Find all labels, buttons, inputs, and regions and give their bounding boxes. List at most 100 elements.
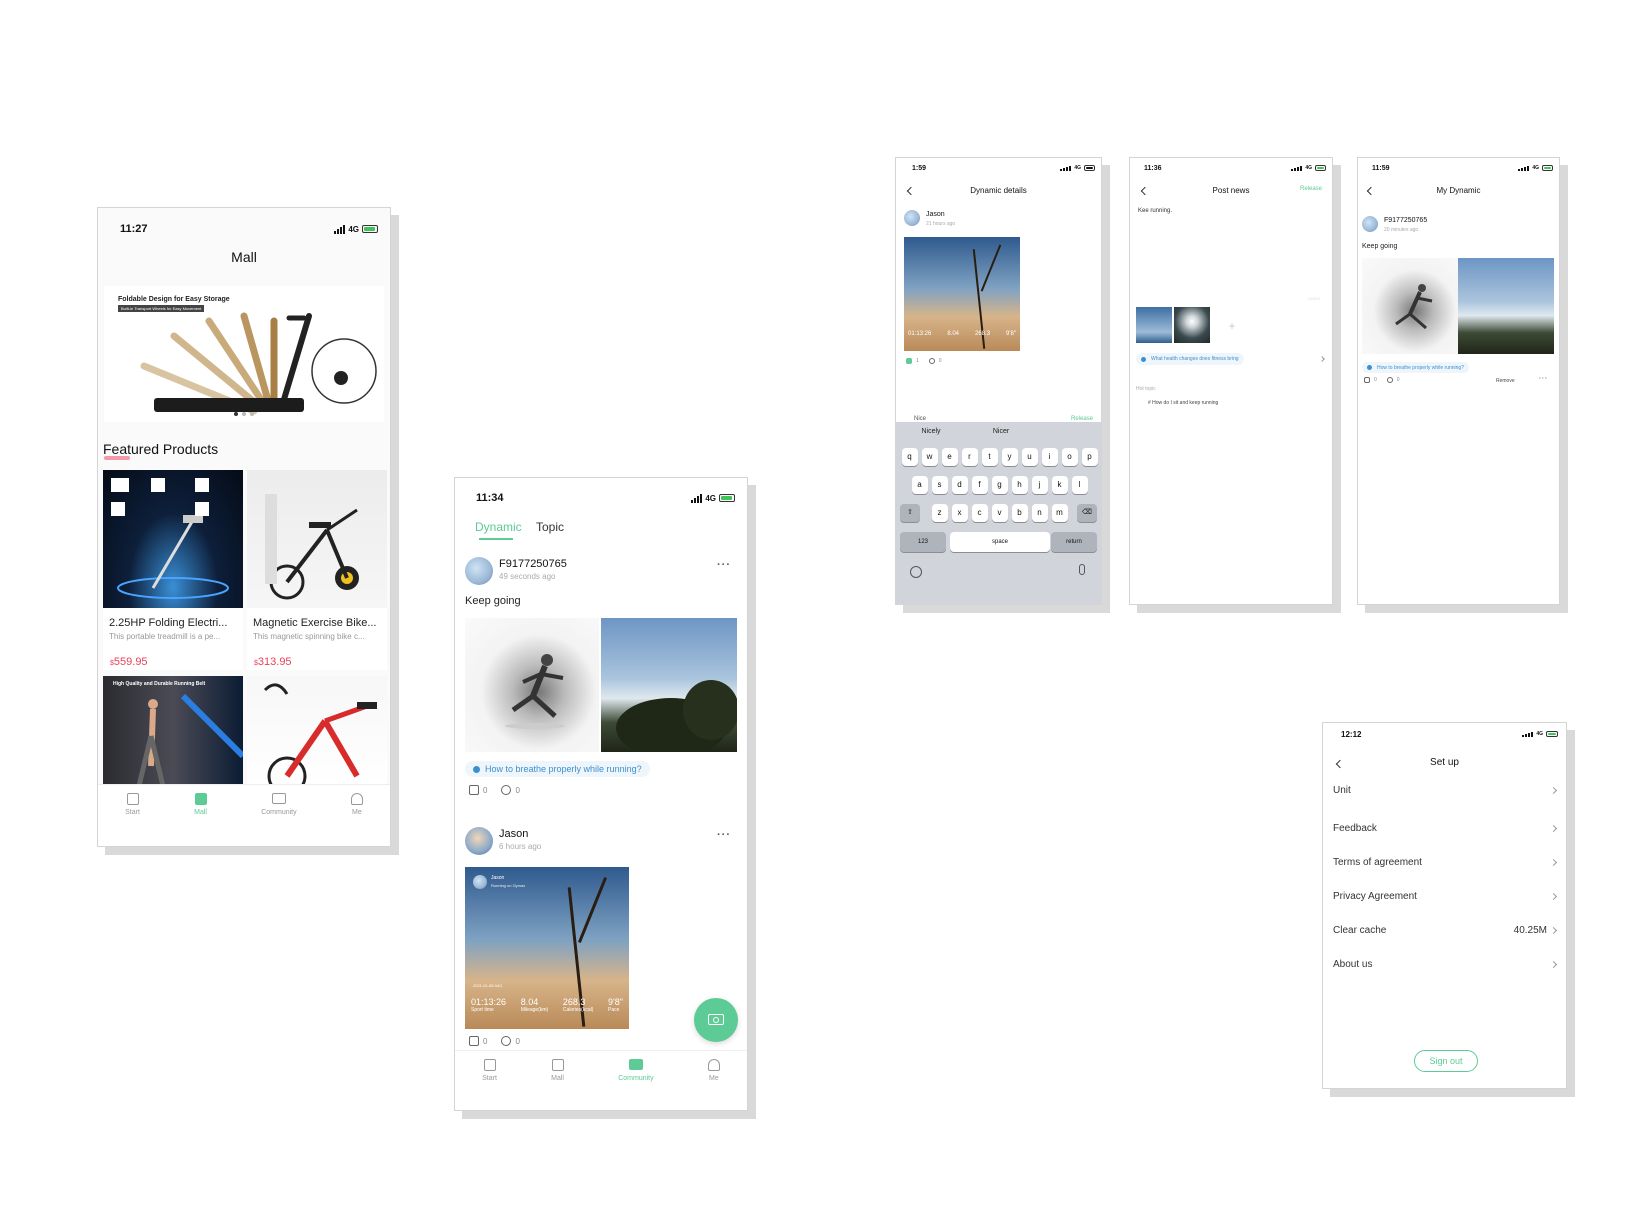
settings-row[interactable]: Feedback	[1333, 823, 1558, 834]
letter-key[interactable]: h	[1011, 476, 1028, 494]
settings-row[interactable]: Terms of agreement	[1333, 857, 1558, 868]
letter-key[interactable]: b	[1011, 504, 1028, 522]
post-username[interactable]: F9177250765	[499, 558, 567, 570]
letter-key[interactable]: u	[1021, 448, 1038, 466]
topic-tag[interactable]: How to breathe properly while running?	[1362, 362, 1469, 373]
post-image[interactable]	[1458, 258, 1554, 354]
chevron-right-icon[interactable]	[1319, 356, 1325, 362]
avatar[interactable]	[904, 210, 920, 226]
like-button[interactable]: 0	[469, 1036, 487, 1046]
status-bar: 11:27 4G	[98, 214, 390, 244]
product-card[interactable]: Magnetic Exercise Bike... This magnetic …	[247, 470, 387, 670]
letter-key[interactable]: a	[911, 476, 928, 494]
letter-key[interactable]: o	[1061, 448, 1078, 466]
avatar[interactable]	[465, 827, 493, 855]
tab-start[interactable]: Start	[125, 793, 140, 846]
product-image[interactable]	[247, 676, 387, 786]
letter-key[interactable]: j	[1031, 476, 1048, 494]
letter-key[interactable]: g	[991, 476, 1008, 494]
letter-key[interactable]: x	[951, 504, 968, 522]
like-button[interactable]: 0	[469, 785, 487, 795]
delete-key[interactable]: ⌫	[1077, 504, 1097, 522]
settings-value	[1547, 892, 1558, 901]
settings-row[interactable]: About us	[1333, 959, 1558, 970]
like-button[interactable]: 1	[906, 358, 919, 364]
letter-key[interactable]: l	[1071, 476, 1088, 494]
letter-key[interactable]: r	[961, 448, 978, 466]
letter-key[interactable]: y	[1001, 448, 1018, 466]
topic-tag[interactable]: What health changes does fitness bring	[1136, 353, 1244, 365]
settings-row[interactable]: Unit	[1333, 785, 1558, 796]
letter-key[interactable]: t	[981, 448, 998, 466]
topic-tag[interactable]: How to breathe properly while running?	[465, 761, 650, 777]
signal-indicator: 4G	[691, 493, 735, 503]
tab-community[interactable]: Community	[618, 1059, 654, 1110]
release-button[interactable]: Release	[1300, 186, 1322, 192]
suggestion[interactable]: Nicely	[896, 422, 966, 442]
letter-key[interactable]: d	[951, 476, 968, 494]
post-image[interactable]	[601, 618, 737, 752]
letter-key[interactable]: p	[1081, 448, 1098, 466]
settings-row[interactable]: Privacy Agreement	[1333, 891, 1558, 902]
microphone-icon[interactable]	[1079, 564, 1085, 575]
space-key[interactable]: space	[950, 532, 1050, 552]
globe-icon[interactable]	[910, 566, 922, 578]
suggestion[interactable]: Nicer	[966, 422, 1036, 442]
letter-key[interactable]: q	[901, 448, 918, 466]
letter-key[interactable]: k	[1051, 476, 1068, 494]
avatar[interactable]	[1362, 216, 1378, 232]
post-image[interactable]	[465, 618, 599, 752]
post-image[interactable]	[1362, 258, 1458, 354]
tab-start[interactable]: Start	[482, 1059, 497, 1110]
add-image-button[interactable]: +	[1218, 312, 1246, 340]
camera-fab[interactable]	[694, 998, 738, 1042]
post-username[interactable]: Jason	[499, 828, 528, 840]
more-options-icon[interactable]: ···	[717, 559, 731, 571]
letter-key[interactable]: n	[1031, 504, 1048, 522]
hot-topic-item[interactable]: # How do I sit and keep running	[1148, 400, 1218, 406]
char-count: 12/500	[1307, 296, 1320, 301]
uploaded-image[interactable]	[1174, 307, 1210, 343]
run-record-card[interactable]: Jason Running on Gymax 2021-01-06 04/1 0…	[465, 867, 629, 1029]
product-card[interactable]: 2.25HP Folding Electri... This portable …	[103, 470, 243, 670]
tab-me[interactable]: Me	[707, 1059, 720, 1110]
product-image[interactable]: High Quality and Durable Running Belt	[103, 676, 243, 786]
comment-button[interactable]: 0	[501, 1036, 520, 1046]
return-key[interactable]: return	[1051, 532, 1097, 552]
comment-button[interactable]: 0	[928, 358, 942, 364]
settings-row[interactable]: Clear cache 40.25M	[1333, 925, 1558, 936]
avatar[interactable]	[465, 557, 493, 585]
letter-key[interactable]: w	[921, 448, 938, 466]
camera-lens	[713, 1017, 719, 1023]
sign-out-button[interactable]: Sign out	[1414, 1050, 1478, 1072]
run-record-image[interactable]: 01:13:26 8.04 268.3 9'8"	[904, 237, 1020, 351]
post-text-input[interactable]: Kee running.	[1138, 208, 1172, 214]
uploaded-image[interactable]	[1136, 307, 1172, 343]
tab-community[interactable]: Community	[261, 793, 297, 846]
post-username: F9177250765	[1384, 217, 1428, 224]
more-options-icon[interactable]: ···	[1539, 376, 1548, 382]
my-dynamic-screen: 11:59 4G My Dynamic F9177250765 20 minut…	[1357, 157, 1560, 605]
comment-button[interactable]: 0	[1386, 377, 1400, 383]
numbers-key[interactable]: 123	[900, 532, 946, 552]
promo-banner[interactable]: Foldable Design for Easy Storage Built-i…	[104, 286, 384, 422]
letter-key[interactable]: s	[931, 476, 948, 494]
like-button[interactable]: 0	[1364, 377, 1377, 383]
letter-key[interactable]: v	[991, 504, 1008, 522]
remove-button[interactable]: Remove	[1496, 378, 1515, 384]
setup-screen: 12:12 4G Set up Unit Feedback Terms of agr…	[1322, 722, 1567, 1089]
letter-key[interactable]: e	[941, 448, 958, 466]
tab-dynamic[interactable]: Dynamic	[475, 520, 522, 534]
shift-key[interactable]: ⇧	[900, 504, 920, 522]
more-options-icon[interactable]: ···	[717, 829, 731, 841]
letter-key[interactable]: f	[971, 476, 988, 494]
letter-key[interactable]: c	[971, 504, 988, 522]
letter-key[interactable]: m	[1051, 504, 1068, 522]
comment-button[interactable]: 0	[501, 785, 520, 795]
letter-key[interactable]: z	[931, 504, 948, 522]
tab-mall[interactable]: Mall	[551, 1059, 564, 1110]
letter-key[interactable]: i	[1041, 448, 1058, 466]
tab-topic[interactable]: Topic	[536, 520, 564, 534]
tab-mall[interactable]: Mall	[194, 793, 207, 846]
tab-me[interactable]: Me	[350, 793, 363, 846]
